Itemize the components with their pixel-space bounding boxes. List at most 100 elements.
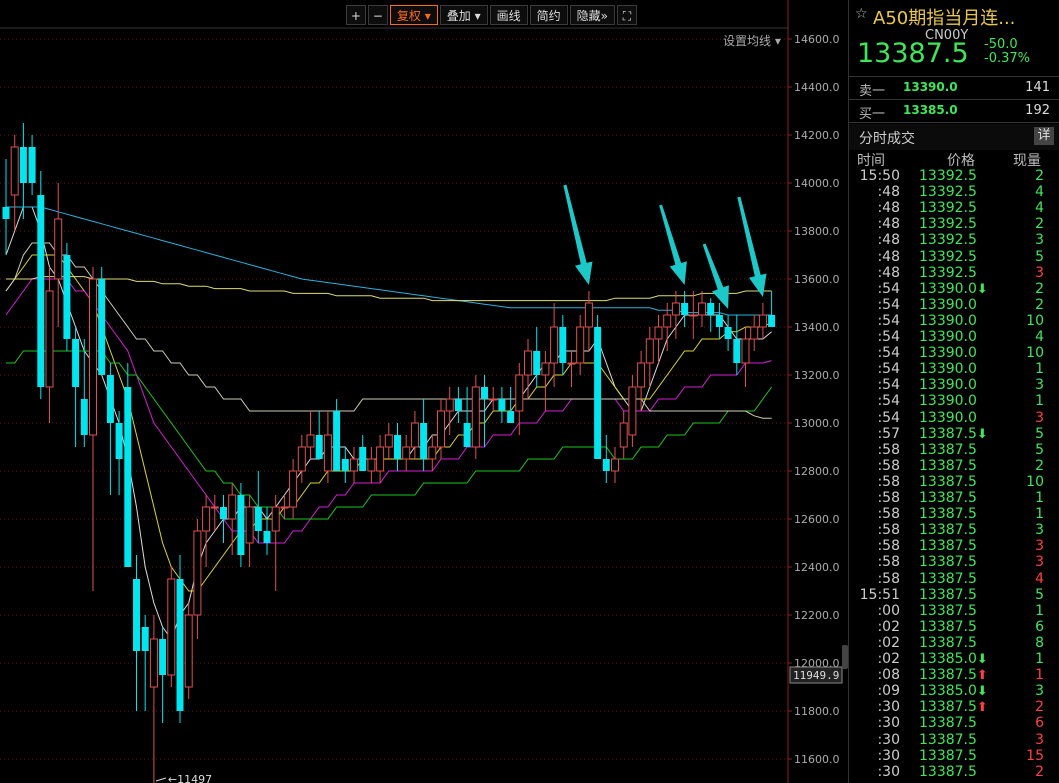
fuquan-label: 复权 (396, 9, 421, 23)
tick-volume: 3 (1035, 409, 1044, 426)
candle-down (159, 639, 167, 675)
candle-down (141, 627, 149, 651)
candle-up (367, 458, 376, 472)
ma250-line (6, 276, 772, 302)
hide-label: 隐藏 (576, 9, 601, 23)
annotation-arrow (737, 196, 767, 297)
candle-down (80, 399, 88, 435)
kline-chart[interactable]: 14600.0 14400.0 14200.0 14000.0 13800.0 13600… (0, 0, 848, 783)
chevron-down-icon: ▾ (474, 9, 481, 23)
tick-volume: 5 (1035, 425, 1044, 442)
tick-row: :30 13387.5 2 (849, 764, 1059, 780)
ma-settings-dropdown[interactable]: 设置均线 ▾ (723, 32, 781, 49)
axis-tick-label: 13800.0 (794, 225, 840, 238)
candle-up (89, 278, 97, 436)
candle-down (263, 531, 271, 543)
candle-up (584, 302, 593, 328)
tick-volume: 5 (1035, 248, 1044, 265)
candle-down (507, 411, 515, 423)
tick-price: 13387.5⬇ (919, 425, 988, 442)
tick-price: 13392.5 (919, 264, 977, 281)
candle-down (481, 387, 488, 399)
candle-up (289, 470, 298, 508)
tick-row: :58 13387.5 1 (849, 506, 1059, 522)
tick-row: :48 13392.5 3 (849, 265, 1059, 281)
tick-volume: 3 (1035, 232, 1044, 249)
chevron-down-icon: ▾ (424, 9, 431, 23)
tick-row: :54 13390.0 10 (849, 345, 1059, 361)
tick-price: 13390.0 (919, 361, 977, 378)
candle-down (2, 207, 10, 219)
overlay-dropdown[interactable]: 叠加 ▾ (439, 5, 488, 25)
annotation-arrow (563, 184, 593, 285)
hide-button[interactable]: 隐藏» (569, 5, 615, 25)
tick-price: 13392.5 (919, 168, 977, 184)
last-price: 13387.5 (857, 38, 969, 69)
tick-price: 13387.5 (919, 457, 977, 474)
tick-time: :48 (877, 248, 900, 265)
tick-time: :08 (877, 667, 900, 684)
tick-volume: 1 (1035, 651, 1044, 667)
current-price-tag: 11949.9 (793, 669, 839, 682)
candle-up (750, 326, 759, 340)
tick-time: :30 (877, 699, 900, 716)
tick-price: 13392.5 (919, 216, 977, 233)
tick-price: 13390.0 (919, 329, 977, 345)
candle-up (402, 446, 411, 460)
axis-tick-label: 14200.0 (794, 129, 840, 142)
tick-volume: 10 (1026, 312, 1044, 329)
favorite-star-icon[interactable]: ☆ (855, 6, 868, 22)
bid-row: 买一 13385.0 192 (849, 100, 1059, 122)
tick-time: :02 (877, 634, 900, 651)
candle-up (445, 398, 454, 412)
tick-time: :57 (877, 425, 900, 442)
tick-volume: 3 (1035, 554, 1044, 571)
candle-up (271, 506, 280, 532)
candle-down (420, 423, 428, 459)
quote-sidebar: ☆ A50期指当月连... CN00Y 13387.5 -50.0 -0.37%… (848, 0, 1059, 783)
candle-down (176, 579, 184, 711)
simple-mode-button[interactable]: 简约 (529, 5, 568, 25)
tick-volume: 3 (1035, 538, 1044, 555)
fullscreen-icon[interactable]: ⛶ (617, 5, 637, 25)
tick-time: :30 (877, 763, 900, 780)
candle-down (254, 507, 262, 531)
candle-down (394, 435, 401, 459)
tick-time: :54 (877, 377, 900, 394)
tick-time: :54 (877, 312, 900, 329)
candle-down (454, 399, 462, 411)
candle-down (115, 423, 123, 459)
change-percent: -0.37% (984, 51, 1030, 66)
tick-price: 13387.5 (919, 570, 977, 587)
axis-tick-label: 12800.0 (794, 465, 840, 478)
tick-time: :54 (877, 393, 900, 410)
fuquan-dropdown[interactable]: 复权 ▾ (389, 5, 438, 25)
tick-row: :54 13390.0⬇ 2 (849, 281, 1059, 297)
candle-down (237, 495, 245, 555)
zoom-out-button[interactable]: − (367, 5, 388, 25)
candle-up (619, 422, 628, 448)
tick-volume: 4 (1035, 200, 1044, 217)
tick-row: :30 13387.5 15 (849, 748, 1059, 764)
tick-time: :54 (877, 409, 900, 426)
tick-volume: 2 (1035, 280, 1044, 297)
tick-volume: 6 (1035, 618, 1044, 635)
tick-price: 13392.5 (919, 184, 977, 201)
tick-time: :48 (877, 216, 900, 233)
kline-chart-area[interactable]: 14600.0 14400.0 14200.0 14000.0 13800.0 13600… (0, 0, 848, 783)
tick-price: 13387.5 (919, 586, 977, 603)
draw-line-button[interactable]: 画线 (489, 5, 528, 25)
candle-down (19, 147, 27, 183)
tick-time: :58 (877, 554, 900, 571)
candle-down (98, 279, 106, 375)
candle-up (741, 338, 750, 364)
zoom-in-button[interactable]: + (345, 5, 366, 25)
annotation-arrow (702, 243, 729, 309)
price-change: -50.0 -0.37% (984, 38, 1030, 66)
detail-button[interactable]: 详 (1034, 127, 1054, 145)
candle-up (471, 386, 480, 448)
tick-time: :54 (877, 280, 900, 297)
candle-down (106, 375, 114, 423)
tick-row: :58 13387.5 1 (849, 490, 1059, 506)
change-value: -50.0 (984, 37, 1018, 52)
